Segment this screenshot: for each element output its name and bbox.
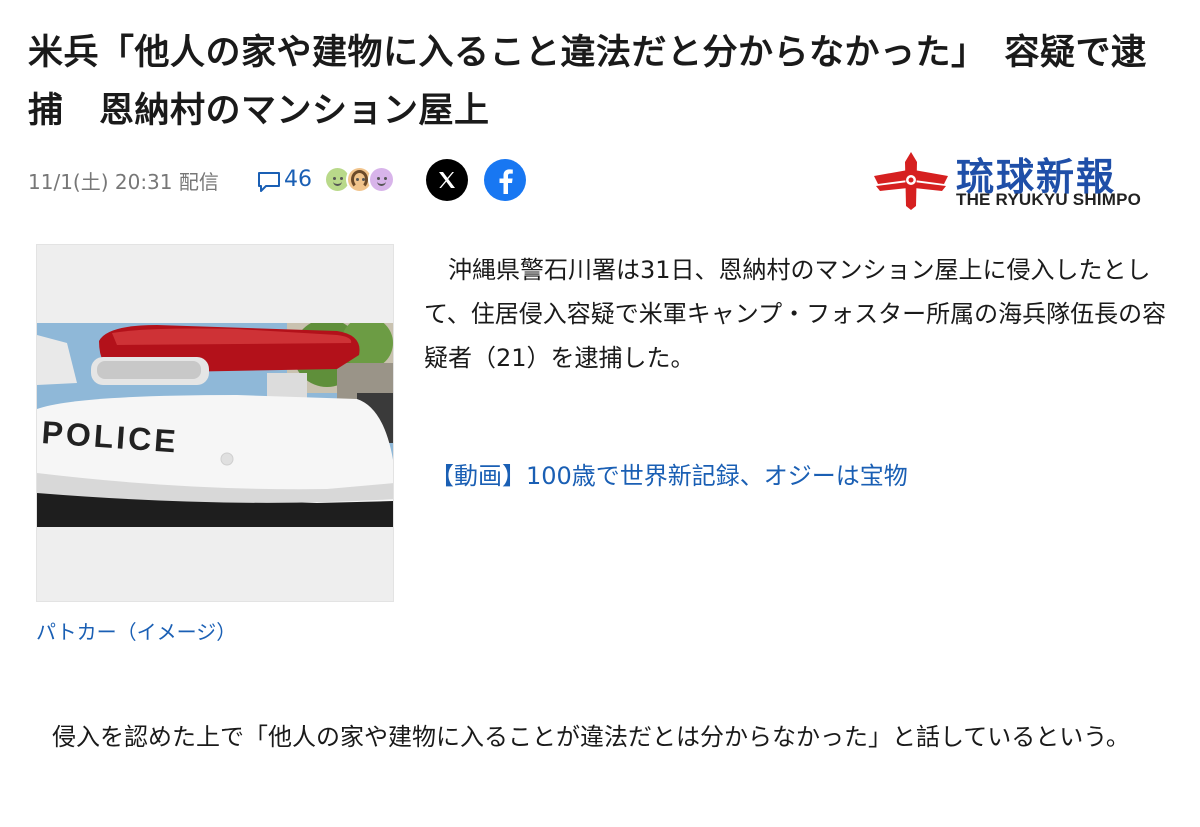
facebook-share-button[interactable]: [484, 159, 526, 201]
x-share-button[interactable]: [426, 159, 468, 201]
publisher-logo-icon: [874, 152, 948, 210]
comment-count: 46: [284, 166, 312, 192]
publish-date: 11/1(土) 20:31 配信: [28, 170, 219, 194]
police-car-image: POLICE: [37, 323, 393, 527]
article-photo[interactable]: POLICE: [36, 244, 394, 602]
x-share-icon: [439, 172, 455, 188]
happy-reaction-icon: [368, 166, 395, 193]
comment-icon: [258, 172, 280, 192]
reaction-icons[interactable]: [324, 166, 404, 196]
publisher-name-en: THE RYUKYU SHIMPO: [956, 190, 1142, 209]
comments-link[interactable]: 46: [256, 164, 312, 194]
related-video-link[interactable]: 【動画】100歳で世界新記録、オジーは宝物: [430, 456, 908, 491]
facebook-share-icon: [499, 169, 513, 194]
article-lead: 沖縄県警石川署は31日、恩納村のマンション屋上に侵入したとして、住居侵入容疑で米…: [424, 256, 1167, 372]
publisher-logo[interactable]: 琉球新報 THE RYUKYU SHIMPO: [872, 150, 1166, 214]
photo-caption: パトカー（イメージ）: [36, 620, 237, 644]
article-headline: 米兵「他人の家や建物に入ること違法だと分からなかった」 容疑で逮捕 恩納村のマン…: [28, 33, 1147, 131]
article-body: 侵入を認めた上で「他人の家や建物に入ることが違法だとは分からなかった」と話してい…: [28, 723, 1130, 751]
